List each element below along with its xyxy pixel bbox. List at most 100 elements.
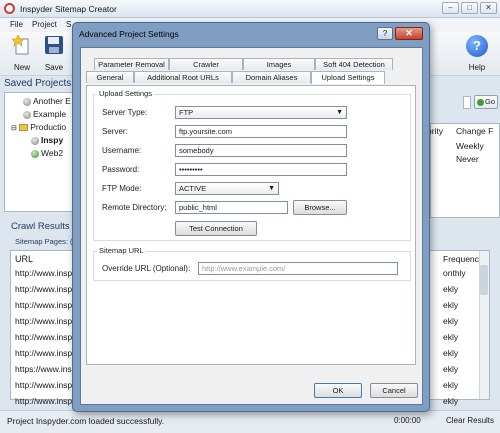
help-question-icon: ?	[466, 35, 488, 57]
advanced-settings-dialog: Advanced Project Settings ? ✕ Parameter …	[72, 22, 430, 412]
upload-settings-group-title: Upload Settings	[97, 89, 154, 98]
username-label: Username:	[102, 146, 142, 155]
dialog-body: Parameter Removal Crawler Images Soft 40…	[80, 47, 423, 405]
project-globe-icon	[31, 136, 39, 145]
grid-cell: Never	[456, 154, 479, 164]
floppy-disk-icon	[45, 36, 63, 54]
help-button[interactable]: ? Help	[463, 35, 491, 72]
result-url-cell[interactable]: http://www.insp	[15, 332, 72, 342]
close-button[interactable]: ✕	[480, 2, 497, 14]
result-url-cell[interactable]: http://www.insp	[15, 268, 72, 278]
server-label: Server:	[102, 127, 128, 136]
app-title: Inspyder Sitemap Creator	[20, 4, 117, 14]
ok-button[interactable]: OK	[314, 383, 362, 398]
main-titlebar: Inspyder Sitemap Creator – □ ✕	[0, 0, 500, 18]
tab-domain-aliases[interactable]: Domain Aliases	[232, 71, 311, 83]
tree-item-inspyder[interactable]: Inspy	[31, 135, 63, 145]
result-url-cell[interactable]: http://www.insp	[15, 348, 72, 358]
result-url-cell[interactable]: http://www.insp	[15, 380, 72, 390]
tab-parameter-removal[interactable]: Parameter Removal	[94, 58, 169, 70]
cancel-button[interactable]: Cancel	[370, 383, 418, 398]
project-tree: Another E Example ⊟ Productio Inspy Web2	[4, 92, 74, 212]
change-frequency-column-header[interactable]: Change F	[456, 126, 493, 136]
tree-item-label: Example	[33, 109, 67, 119]
ftp-mode-value: ACTIVE	[179, 184, 207, 193]
dialog-title: Advanced Project Settings	[79, 29, 179, 39]
status-message: Project Inspyder.com loaded successfully…	[7, 416, 165, 426]
result-url-cell[interactable]: http://www.insp	[15, 284, 72, 294]
ftp-mode-select[interactable]: ACTIVE ▼	[175, 182, 279, 195]
tree-item-production-folder[interactable]: ⊟ Productio	[11, 122, 66, 132]
tree-item-label: Web2	[41, 148, 64, 158]
crawl-results-title: Crawl Results	[11, 221, 70, 232]
result-frequency-cell: ekly	[443, 380, 459, 390]
result-frequency-cell: ekly	[443, 284, 459, 294]
menu-s[interactable]: S	[66, 20, 71, 29]
sitemap-pages-tab[interactable]: Sitemap Pages: (	[15, 237, 73, 246]
tree-item-example[interactable]: Example	[23, 109, 66, 119]
username-input[interactable]: somebody	[175, 144, 347, 157]
new-button[interactable]: New	[8, 34, 36, 72]
collapse-toggle-icon[interactable]: ⊟	[11, 125, 17, 132]
server-type-select[interactable]: FTP ▼	[175, 106, 347, 119]
password-label: Password:	[102, 165, 140, 174]
save-button[interactable]: Save	[40, 35, 68, 72]
folder-icon	[19, 124, 29, 132]
tab-crawler[interactable]: Crawler	[169, 58, 243, 70]
scrollbar-thumb[interactable]	[480, 265, 488, 295]
chevron-down-icon: ▼	[268, 185, 275, 192]
tree-item-web2[interactable]: Web2	[31, 148, 63, 158]
tab-upload-settings[interactable]: Upload Settings	[311, 71, 385, 84]
vertical-scrollbar[interactable]	[479, 251, 489, 399]
test-connection-button[interactable]: Test Connection	[175, 221, 257, 236]
clear-results-link[interactable]: Clear Results	[446, 416, 494, 425]
save-label: Save	[44, 63, 64, 72]
go-button[interactable]: Go	[474, 95, 498, 109]
remote-directory-label: Remote Directory:	[102, 203, 167, 212]
pages-grid: ority Change F Weekly Never	[427, 123, 500, 218]
project-globe-icon	[23, 110, 31, 119]
result-url-cell[interactable]: http://www.insp	[15, 300, 72, 310]
app-logo-icon	[4, 3, 15, 14]
new-label: New	[13, 63, 30, 72]
password-input[interactable]: •••••••••	[175, 163, 347, 176]
dialog-help-button[interactable]: ?	[377, 27, 393, 40]
project-globe-icon	[23, 97, 31, 106]
result-url-cell[interactable]: http://www.insp	[15, 316, 72, 326]
tab-general[interactable]: General	[86, 71, 134, 83]
go-arrow-icon	[477, 98, 484, 106]
result-frequency-cell: ekly	[443, 332, 459, 342]
dialog-close-button[interactable]: ✕	[395, 27, 423, 40]
result-frequency-cell: onthly	[443, 268, 466, 278]
saved-projects-title: Saved Projects	[4, 78, 72, 89]
tree-item-another[interactable]: Another E	[23, 96, 71, 106]
override-url-input[interactable]: http://www.example.com/	[198, 262, 398, 275]
chevron-down-icon: ▼	[336, 109, 343, 116]
window-controls: – □ ✕	[442, 2, 497, 14]
frequency-column-header[interactable]: Frequency	[443, 254, 483, 264]
maximize-button[interactable]: □	[461, 2, 478, 14]
upload-settings-panel: Upload Settings Server Type: FTP ▼ Serve…	[86, 85, 416, 365]
tab-images[interactable]: Images	[243, 58, 315, 70]
override-url-label: Override URL (Optional):	[102, 264, 191, 273]
result-frequency-cell: ekly	[443, 348, 459, 358]
tab-additional-root-urls[interactable]: Additional Root URLs	[134, 71, 232, 83]
tree-item-label: Another E	[33, 96, 71, 106]
remote-directory-input[interactable]: public_html	[175, 201, 288, 214]
menu-file[interactable]: File	[10, 20, 23, 29]
result-url-cell[interactable]: https://www.ins	[15, 364, 72, 374]
server-type-value: FTP	[179, 108, 194, 117]
browse-button[interactable]: Browse...	[293, 200, 347, 215]
minimize-button[interactable]: –	[442, 2, 459, 14]
result-frequency-cell: ekly	[443, 300, 459, 310]
result-url-cell[interactable]: http://www.insp	[15, 396, 72, 406]
menu-project[interactable]: Project	[32, 20, 57, 29]
sitemap-url-group: Sitemap URL Override URL (Optional): htt…	[93, 246, 411, 281]
server-input[interactable]: ftp.yoursite.com	[175, 125, 347, 138]
status-bar: Project Inspyder.com loaded successfully…	[0, 410, 500, 433]
url-column-header[interactable]: URL	[15, 254, 33, 264]
tab-soft-404-detection[interactable]: Soft 404 Detection	[315, 58, 393, 70]
sitemap-url-group-title: Sitemap URL	[97, 246, 146, 255]
tree-item-label: Productio	[30, 122, 67, 132]
url-input[interactable]	[463, 96, 471, 109]
